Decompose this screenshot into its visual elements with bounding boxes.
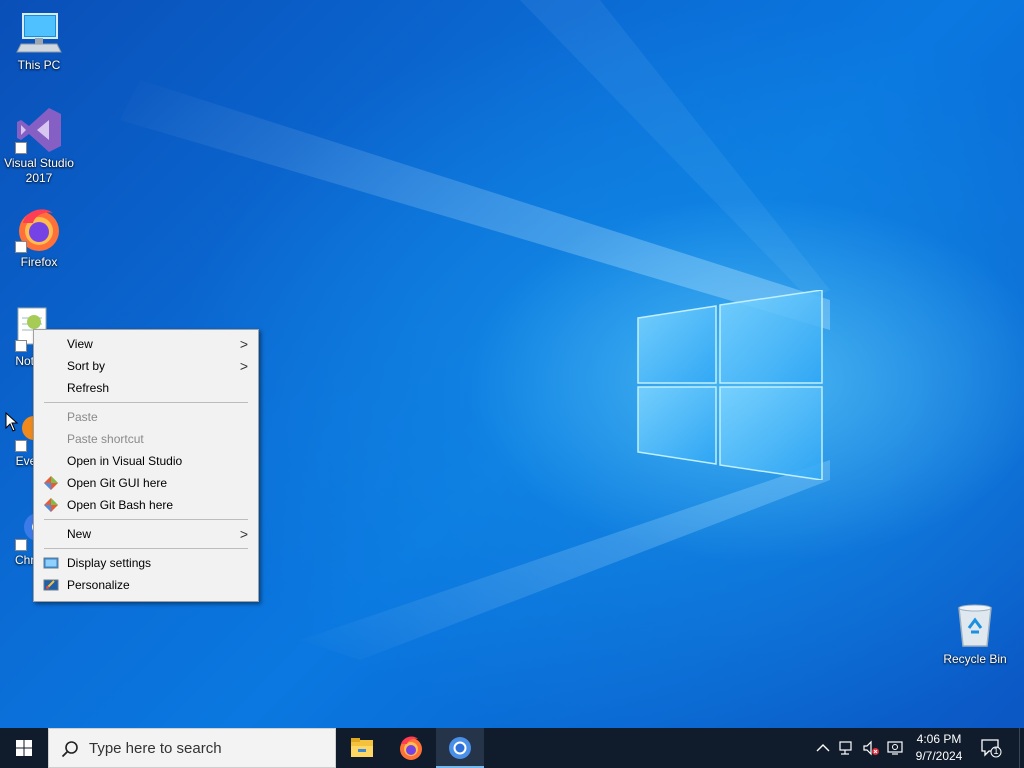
start-button[interactable] — [0, 728, 48, 768]
menu-item-sort-by[interactable]: Sort by > — [34, 355, 258, 377]
windows-logo-wallpaper — [637, 290, 823, 480]
taskbar-search-box[interactable]: Type here to search — [48, 728, 336, 768]
action-center-button[interactable]: 1 — [980, 738, 1002, 758]
menu-item-label: New — [67, 527, 92, 541]
windows-start-icon — [16, 740, 32, 756]
recycle-bin-icon — [951, 602, 999, 650]
chromium-icon — [449, 737, 471, 759]
file-explorer-icon — [351, 738, 373, 757]
menu-item-label: Open Git GUI here — [67, 476, 168, 490]
notification-count: 1 — [993, 746, 999, 756]
this-pc-icon — [15, 8, 63, 56]
menu-item-new[interactable]: New > — [34, 523, 258, 545]
shortcut-arrow-icon — [15, 539, 27, 551]
shortcut-arrow-icon — [15, 340, 27, 352]
desktop-context-menu: View > Sort by > Refresh Paste Paste sho… — [33, 329, 259, 602]
taskbar: Type here to search 4:06 PM 9/7/2024 1 — [0, 728, 1024, 768]
menu-item-label: Open Git Bash here — [67, 498, 174, 512]
menu-separator — [44, 402, 248, 403]
menu-item-display-settings[interactable]: Display settings — [34, 552, 258, 574]
search-icon — [61, 741, 78, 758]
submenu-arrow-icon: > — [239, 526, 248, 542]
desktop-icon-label: Firefox — [20, 255, 58, 269]
network-icon[interactable] — [838, 739, 856, 757]
git-diamond-icon — [44, 476, 58, 490]
visual-studio-icon — [15, 106, 63, 154]
menu-item-paste-shortcut[interactable]: Paste shortcut — [34, 428, 258, 450]
shortcut-arrow-icon — [15, 142, 27, 154]
taskbar-app-chromium[interactable] — [436, 728, 484, 768]
shortcut-arrow-icon — [15, 241, 27, 253]
desktop-icon-label: Recycle Bin — [943, 652, 1007, 666]
clock-time: 4:06 PM — [916, 732, 962, 746]
taskbar-app-file-explorer[interactable] — [338, 728, 386, 768]
display-tray-icon[interactable] — [886, 739, 904, 757]
chevron-up-icon[interactable] — [814, 739, 832, 757]
menu-item-label: Paste shortcut — [67, 432, 144, 446]
desktop-icon-label: This PC — [17, 58, 61, 72]
desktop-icon-visual-studio[interactable]: Visual Studio 2017 — [1, 106, 77, 186]
clock-date: 9/7/2024 — [915, 749, 963, 763]
personalize-icon — [43, 579, 59, 591]
submenu-arrow-icon: > — [239, 336, 248, 352]
menu-separator — [44, 519, 248, 520]
git-diamond-icon — [44, 498, 58, 512]
menu-item-view[interactable]: View > — [34, 333, 258, 355]
menu-item-label: Open in Visual Studio — [67, 454, 183, 468]
menu-item-label: Paste — [67, 410, 98, 424]
menu-item-open-in-visual-studio[interactable]: Open in Visual Studio — [34, 450, 258, 472]
menu-item-label: Sort by — [67, 359, 106, 373]
menu-item-open-git-bash[interactable]: Open Git Bash here — [34, 494, 258, 516]
menu-item-personalize[interactable]: Personalize — [34, 574, 258, 596]
search-placeholder: Type here to search — [89, 740, 222, 757]
shortcut-arrow-icon — [15, 440, 27, 452]
desktop-icon-label: Visual Studio 2017 — [4, 156, 74, 185]
desktop-icon-this-pc[interactable]: This PC — [1, 8, 77, 73]
menu-separator — [44, 548, 248, 549]
volume-muted-icon[interactable] — [862, 739, 880, 757]
taskbar-app-firefox[interactable] — [387, 728, 435, 768]
taskbar-clock[interactable]: 4:06 PM 9/7/2024 — [906, 731, 972, 765]
show-desktop-button[interactable] — [1019, 728, 1024, 768]
menu-item-refresh[interactable]: Refresh — [34, 377, 258, 399]
menu-item-label: Refresh — [67, 381, 110, 395]
menu-item-label: View — [67, 337, 93, 351]
display-icon — [43, 557, 59, 569]
desktop-icon-firefox[interactable]: Firefox — [1, 205, 77, 270]
submenu-arrow-icon: > — [239, 358, 248, 374]
menu-item-open-git-gui[interactable]: Open Git GUI here — [34, 472, 258, 494]
firefox-icon — [400, 736, 422, 760]
firefox-icon — [15, 205, 63, 253]
mouse-cursor-icon — [5, 412, 19, 432]
desktop-icon-recycle-bin[interactable]: Recycle Bin — [937, 602, 1013, 667]
menu-item-label: Display settings — [67, 556, 152, 570]
menu-item-paste[interactable]: Paste — [34, 406, 258, 428]
menu-item-label: Personalize — [67, 578, 130, 592]
